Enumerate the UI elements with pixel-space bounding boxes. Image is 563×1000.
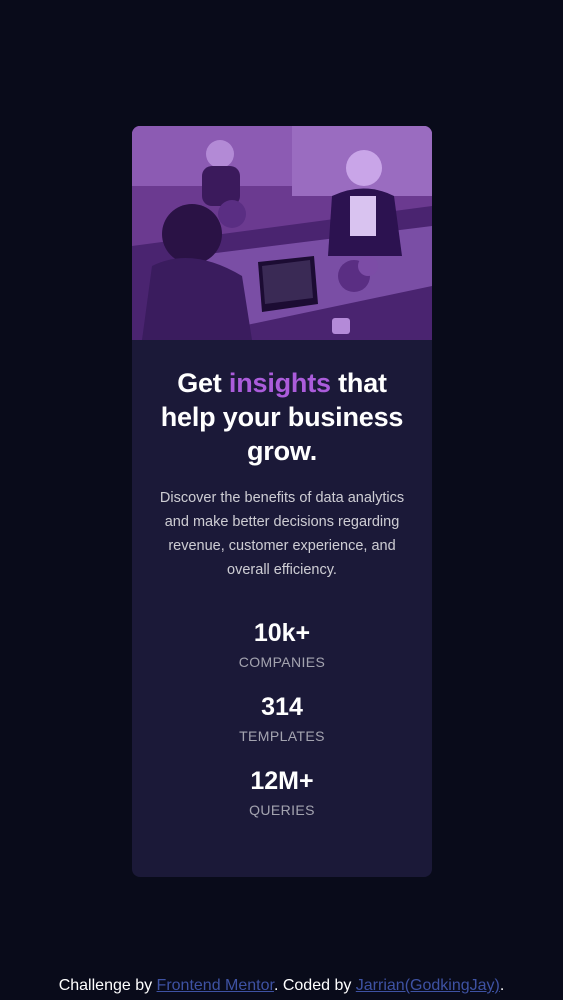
stat-value: 314 bbox=[261, 693, 303, 721]
author-link[interactable]: Jarrian(GodkingJay) bbox=[356, 977, 500, 994]
card-headline: Get insights that help your business gro… bbox=[156, 366, 408, 468]
attribution-prefix: Challenge by bbox=[58, 977, 157, 994]
stat-label: Templates bbox=[239, 728, 325, 744]
frontend-mentor-link[interactable]: Frontend Mentor bbox=[157, 977, 274, 994]
stat-value: 10k+ bbox=[253, 619, 311, 647]
attribution-suffix: . bbox=[499, 977, 505, 994]
stat-label: Queries bbox=[249, 802, 315, 818]
stat-label: Companies bbox=[238, 654, 326, 670]
stat-companies: 10k+ Companies bbox=[156, 618, 408, 670]
headline-accent: insights bbox=[228, 368, 331, 398]
card-description: Discover the benefits of data analytics … bbox=[159, 490, 405, 578]
stats-card: Get insights that help your business gro… bbox=[132, 126, 432, 877]
stat-queries: 12M+ Queries bbox=[156, 766, 408, 818]
attribution-middle: . Coded by bbox=[273, 977, 356, 994]
stat-templates: 314 Templates bbox=[156, 692, 408, 744]
stats-list: 10k+ Companies 314 Templates 12M+ Querie… bbox=[156, 618, 408, 818]
stat-value: 12M+ bbox=[250, 767, 314, 795]
headline-start: Get bbox=[177, 368, 229, 398]
hero-image bbox=[132, 126, 432, 340]
attribution: Challenge by Frontend Mentor. Coded by J… bbox=[0, 977, 563, 995]
